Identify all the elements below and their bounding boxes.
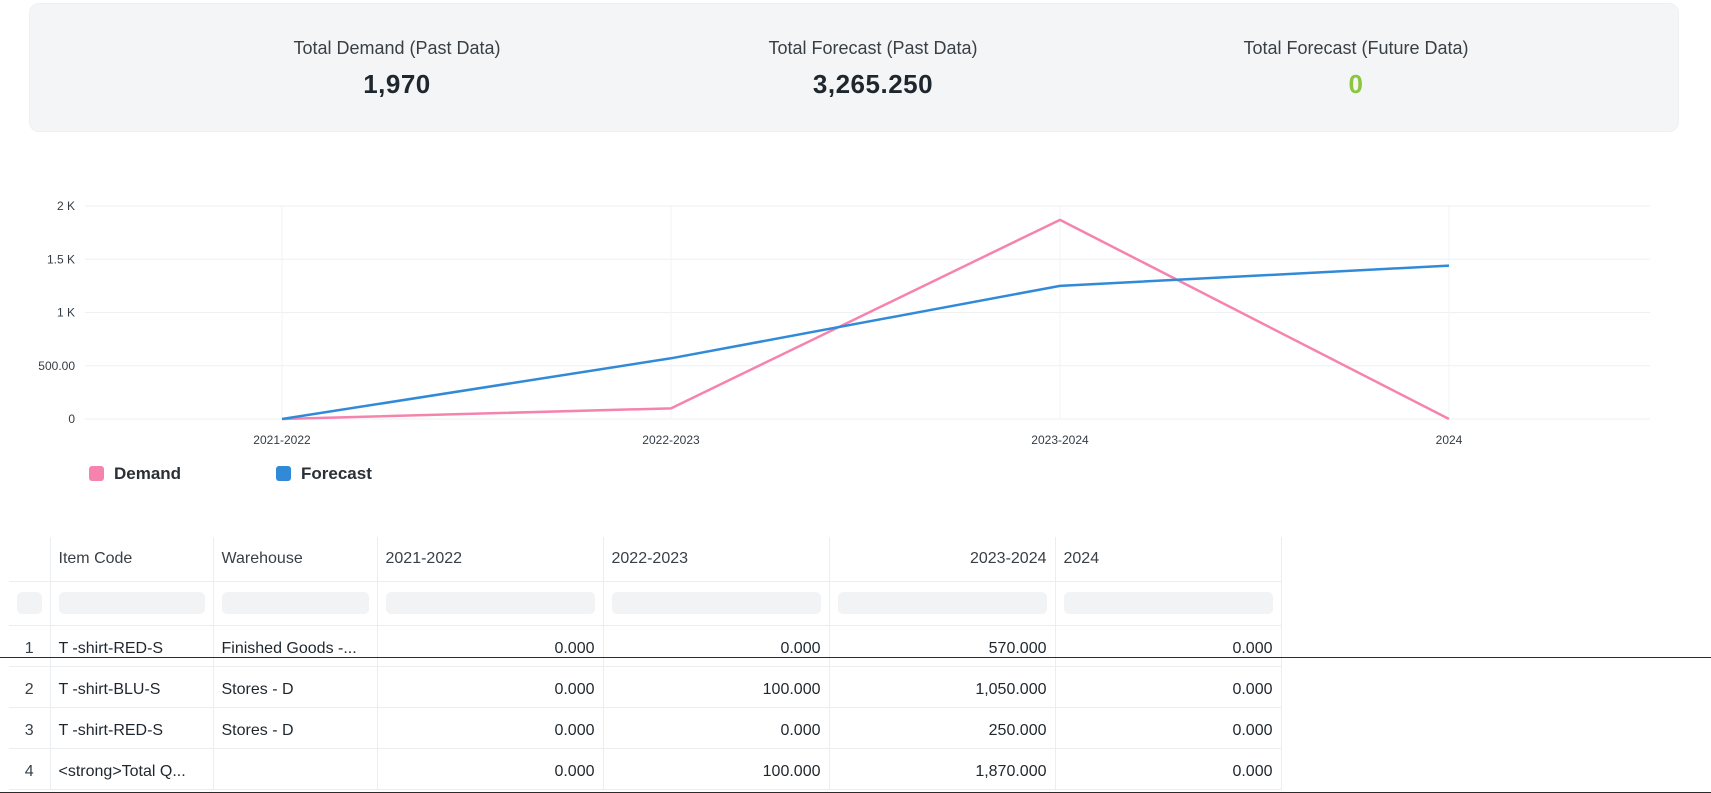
column-header-2022-2023[interactable]: 2022-2023 <box>603 537 830 582</box>
forecast-table: Item Code Warehouse 2021-2022 2022-2023 … <box>9 537 1282 790</box>
column-header-2024[interactable]: 2024 <box>1055 537 1282 582</box>
y-tick-label: 0 <box>68 412 75 426</box>
row-index: 3 <box>9 707 51 749</box>
cell-2021-2022[interactable]: 0.000 <box>377 707 604 749</box>
demand-forecast-chart: 0500.001 K1.5 K2 K 2021-2022 2022-2023 202… <box>38 199 1650 483</box>
legend-label-forecast: Forecast <box>301 464 372 483</box>
cell-warehouse[interactable]: Finished Goods -... <box>213 625 378 667</box>
horizontal-divider <box>0 657 1711 658</box>
total-forecast-past-label: Total Forecast (Past Data) <box>768 38 978 58</box>
cell-item-code[interactable]: T -shirt-RED-S <box>50 625 214 667</box>
row-index: 4 <box>9 748 51 790</box>
y-axis-ticks: 0 500.00 1 K 1.5 K 2 K <box>38 199 75 426</box>
cell-warehouse[interactable]: Stores - D <box>213 666 378 708</box>
table-row[interactable]: 4 <strong>Total Q... 0.000 100.000 1,870… <box>9 748 1282 790</box>
cell-2021-2022[interactable]: 0.000 <box>377 625 604 667</box>
x-tick-label: 2021-2022 <box>253 433 311 447</box>
cell-2024[interactable]: 0.000 <box>1055 666 1282 708</box>
total-forecast-past-value: 3,265.250 <box>812 69 934 99</box>
cell-2022-2023[interactable]: 100.000 <box>603 748 830 790</box>
x-axis-ticks: 2021-2022 2022-2023 2023-2024 2024 <box>253 433 1462 447</box>
column-header-warehouse[interactable]: Warehouse <box>213 537 378 582</box>
table-row[interactable]: 2 T -shirt-BLU-S Stores - D 0.000 100.00… <box>9 666 1282 708</box>
total-forecast-past-card: Total Forecast (Past Data) 3,265.250 <box>673 38 1073 100</box>
total-demand-label: Total Demand (Past Data) <box>293 38 501 58</box>
column-header-index <box>9 537 51 582</box>
series-line-demand <box>281 218 1450 421</box>
cell-2024[interactable]: 0.000 <box>1055 748 1282 790</box>
y-tick-label: 2 K <box>57 199 75 213</box>
row-index: 1 <box>9 625 51 667</box>
filter-input-2022-2023[interactable] <box>611 592 821 614</box>
total-demand-value: 1,970 <box>363 69 431 99</box>
y-tick-label: 1 K <box>57 306 75 320</box>
filter-input-index[interactable] <box>17 592 42 614</box>
cell-item-code[interactable]: <strong>Total Q... <box>50 748 214 790</box>
cell-2023-2024[interactable]: 250.000 <box>829 707 1056 749</box>
cell-warehouse[interactable]: Stores - D <box>213 707 378 749</box>
cell-2023-2024[interactable]: 1,050.000 <box>829 666 1056 708</box>
cell-item-code[interactable]: T -shirt-RED-S <box>50 707 214 749</box>
filter-input-2023-2024[interactable] <box>837 592 1047 614</box>
cell-2022-2023[interactable]: 0.000 <box>603 707 830 749</box>
column-header-2023-2024[interactable]: 2023-2024 <box>829 537 1056 582</box>
table-row[interactable]: 3 T -shirt-RED-S Stores - D 0.000 0.000 … <box>9 707 1282 749</box>
cell-2022-2023[interactable]: 0.000 <box>603 625 830 667</box>
legend-label-demand: Demand <box>114 464 181 483</box>
cell-2021-2022[interactable]: 0.000 <box>377 748 604 790</box>
y-tick-label: 500.00 <box>38 359 75 373</box>
column-header-item-code[interactable]: Item Code <box>50 537 214 582</box>
total-demand-card: Total Demand (Past Data) 1,970 <box>197 38 597 100</box>
x-tick-label: 2023-2024 <box>1031 433 1089 447</box>
chart-legend: Demand Forecast <box>89 464 372 483</box>
cell-2024[interactable]: 0.000 <box>1055 625 1282 667</box>
cell-2024[interactable]: 0.000 <box>1055 707 1282 749</box>
filter-row <box>9 581 1282 626</box>
series-line-forecast <box>281 264 1450 421</box>
filter-input-warehouse[interactable] <box>221 592 369 614</box>
total-forecast-future-card: Total Forecast (Future Data) 0 <box>1156 38 1556 100</box>
row-index: 2 <box>9 666 51 708</box>
x-tick-label: 2022-2023 <box>642 433 700 447</box>
filter-input-2021-2022[interactable] <box>385 592 595 614</box>
chart-series <box>281 218 1450 421</box>
total-forecast-future-label: Total Forecast (Future Data) <box>1243 38 1469 58</box>
y-tick-label: 1.5 K <box>47 252 75 266</box>
legend-swatch-demand <box>89 466 104 481</box>
table-row[interactable]: 1 T -shirt-RED-S Finished Goods -... 0.0… <box>9 625 1282 667</box>
cell-2023-2024[interactable]: 570.000 <box>829 625 1056 667</box>
filter-input-item-code[interactable] <box>58 592 205 614</box>
summary-panel: Total Demand (Past Data) 1,970 Total For… <box>29 3 1679 132</box>
legend-swatch-forecast <box>276 466 291 481</box>
cell-item-code[interactable]: T -shirt-BLU-S <box>50 666 214 708</box>
column-header-2021-2022[interactable]: 2021-2022 <box>377 537 604 582</box>
table-header-row: Item Code Warehouse 2021-2022 2022-2023 … <box>9 537 1282 582</box>
filter-input-2024[interactable] <box>1063 592 1273 614</box>
cell-2023-2024[interactable]: 1,870.000 <box>829 748 1056 790</box>
cell-2021-2022[interactable]: 0.000 <box>377 666 604 708</box>
total-forecast-future-value: 0 <box>1348 69 1364 99</box>
cell-warehouse[interactable] <box>213 748 378 790</box>
cell-2022-2023[interactable]: 100.000 <box>603 666 830 708</box>
x-tick-label: 2024 <box>1436 433 1463 447</box>
